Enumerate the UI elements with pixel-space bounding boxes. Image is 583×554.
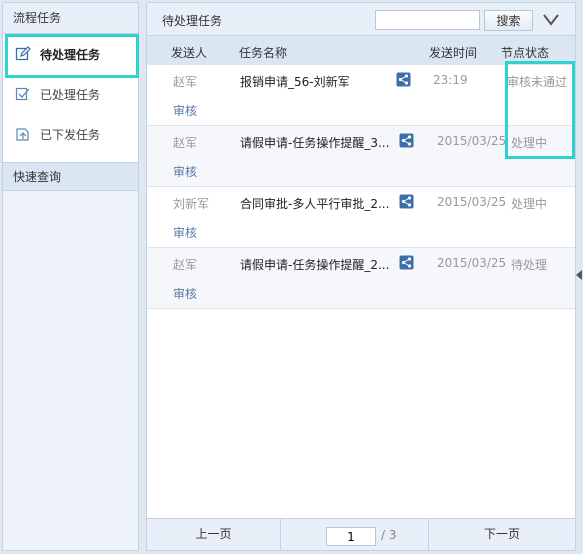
table-row[interactable]: 刘新军 合同审批-多人平行审批_2... 2015/03/25 处理中 审核: [147, 187, 575, 248]
search-input[interactable]: [375, 10, 480, 30]
nav-spacer: [3, 154, 138, 162]
task-subject[interactable]: 报销申请_56-刘新军: [240, 73, 350, 90]
review-link[interactable]: 审核: [173, 285, 197, 302]
prev-page-button[interactable]: 上一页: [147, 519, 281, 550]
sent-time: 2015/03/25: [437, 195, 507, 209]
status: 审核未通过: [507, 75, 568, 89]
column-header-sender: 发送人: [171, 46, 208, 60]
status: 处理中: [511, 136, 548, 150]
search-button[interactable]: 搜索: [484, 10, 533, 31]
sent-time: 2015/03/25: [437, 256, 507, 270]
sender: 赵军: [173, 258, 198, 272]
pagination: 上一页 / 3 下一页: [147, 518, 575, 550]
status: 处理中: [511, 197, 548, 211]
share-icon[interactable]: [396, 72, 411, 90]
sent-time: 23:19: [433, 73, 468, 87]
table-row[interactable]: 赵军 请假申请-任务操作提醒_3... 2015/03/25 处理中 审核: [147, 126, 575, 187]
table-row[interactable]: 赵军 请假申请-任务操作提醒_2... 2015/03/25 待处理 审核: [147, 248, 575, 309]
column-header-status: 节点状态: [501, 46, 550, 60]
sidebar-item-label: 已处理任务: [40, 87, 101, 102]
sender: 刘新军: [173, 197, 210, 211]
page-number-input[interactable]: [326, 527, 376, 546]
sidebar-item-label: 待处理任务: [40, 47, 101, 62]
status: 待处理: [511, 258, 548, 272]
column-header-time: 发送时间: [429, 46, 478, 60]
share-icon[interactable]: [399, 194, 414, 212]
share-icon[interactable]: [399, 255, 414, 273]
sidebar-title: 流程任务: [3, 3, 138, 34]
review-link[interactable]: 审核: [173, 163, 197, 180]
sent-time: 2015/03/25: [437, 134, 507, 148]
chevron-down-icon[interactable]: [542, 13, 560, 30]
sidebar-item-pending[interactable]: 待处理任务: [3, 34, 139, 78]
review-link[interactable]: 审核: [173, 224, 197, 241]
sender: 赵军: [173, 136, 198, 150]
sidebar-item-sent[interactable]: 已下发任务: [3, 114, 138, 154]
sidebar-nav: 待处理任务 已处理任务 已下发任务: [3, 34, 139, 162]
panel-header: 待处理任务 搜索: [147, 3, 575, 36]
panel-title: 待处理任务: [162, 14, 223, 28]
column-header-subject: 任务名称: [239, 46, 288, 60]
quick-search-header[interactable]: 快速查询: [3, 162, 138, 191]
table-header: 发送人 任务名称 发送时间 节点状态: [147, 36, 575, 65]
sent-icon: [15, 126, 31, 142]
sidebar: 流程任务 待处理任务 已处理任务 已下发任务 快速查询: [2, 2, 139, 551]
table-row[interactable]: 赵军 报销申请_56-刘新军 23:19 审核未通过 审核: [147, 65, 575, 126]
review-link[interactable]: 审核: [173, 102, 197, 119]
sidebar-item-label: 已下发任务: [40, 127, 101, 142]
share-icon[interactable]: [399, 133, 414, 151]
task-subject[interactable]: 合同审批-多人平行审批_2...: [240, 195, 389, 212]
done-icon: [15, 86, 31, 102]
task-subject[interactable]: 请假申请-任务操作提醒_3...: [240, 134, 389, 151]
page-total: / 3: [381, 528, 397, 542]
sender: 赵军: [173, 75, 198, 89]
task-subject[interactable]: 请假申请-任务操作提醒_2...: [240, 256, 389, 273]
collapse-arrow-icon[interactable]: [576, 270, 582, 280]
task-panel: 待处理任务 搜索 发送人 任务名称 发送时间 节点状态 赵军 报销申请_56-刘…: [146, 2, 576, 551]
edit-icon: [15, 46, 31, 62]
sidebar-item-processed[interactable]: 已处理任务: [3, 74, 138, 114]
task-list: 赵军 报销申请_56-刘新军 23:19 审核未通过 审核 赵军 请假申请-任务…: [147, 65, 575, 309]
next-page-button[interactable]: 下一页: [428, 519, 575, 550]
